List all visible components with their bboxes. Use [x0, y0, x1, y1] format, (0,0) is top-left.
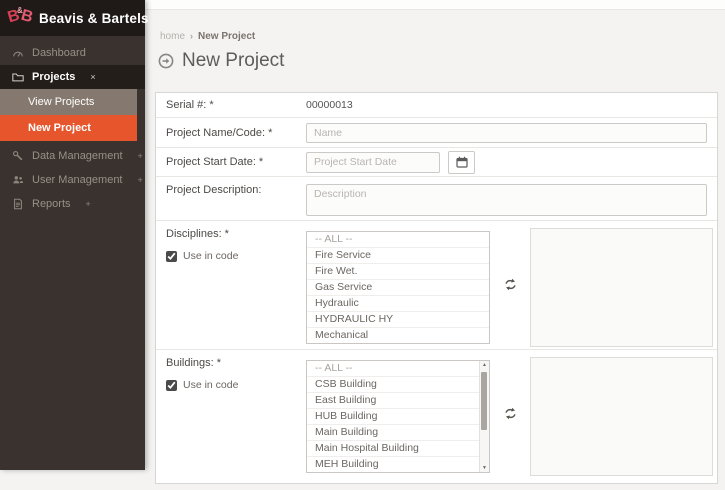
- form-row-buildings: Buildings: * Use in code -- ALL --CSB Bu…: [156, 350, 717, 490]
- form-row-start-date: Project Start Date: *: [156, 148, 717, 177]
- sidebar-item-data-management[interactable]: Data Management +: [0, 144, 145, 168]
- expand-icon: +: [138, 151, 143, 161]
- serial-label: Serial #: *: [166, 99, 306, 111]
- form-row-serial: Serial #: * 00000013: [156, 93, 717, 118]
- sidebar-item-user-management[interactable]: User Management +: [0, 168, 145, 192]
- sidebar-item-label: Reports: [32, 198, 71, 210]
- folder-icon: [12, 71, 24, 83]
- project-name-label: Project Name/Code: *: [166, 127, 306, 139]
- buildings-transfer-button[interactable]: [490, 357, 530, 470]
- new-project-form: Serial #: * 00000013 Project Name/Code: …: [155, 92, 718, 484]
- list-option[interactable]: East Building: [307, 393, 480, 409]
- disciplines-use-in-code-checkbox[interactable]: [166, 251, 177, 262]
- logo-bar[interactable]: B & B Beavis & Bartels: [0, 0, 145, 36]
- use-in-code-label: Use in code: [183, 250, 238, 262]
- arrow-circle-icon: [158, 53, 174, 69]
- sidebar-item-label: Dashboard: [32, 47, 86, 59]
- breadcrumb-home-link[interactable]: home: [160, 31, 185, 42]
- swap-arrows-icon: [503, 406, 518, 421]
- calendar-button[interactable]: [448, 151, 475, 174]
- scroll-up-icon[interactable]: ▲: [480, 361, 489, 369]
- list-option[interactable]: HYDRAULIC HY: [307, 312, 489, 328]
- list-option[interactable]: CSB Building: [307, 377, 480, 393]
- list-option[interactable]: HUB Building: [307, 409, 480, 425]
- breadcrumb-separator: ›: [190, 31, 193, 41]
- calendar-icon: [456, 156, 468, 168]
- breadcrumb-current: New Project: [198, 31, 255, 42]
- scrollbar-thumb[interactable]: [481, 372, 487, 430]
- sidebar-item-view-projects[interactable]: View Projects: [0, 89, 137, 115]
- brand-logo-icon: B & B: [7, 5, 34, 31]
- top-navbar: [145, 0, 725, 10]
- description-label: Project Description:: [166, 184, 306, 220]
- disciplines-label: Disciplines: *: [166, 228, 306, 240]
- sidebar-item-projects[interactable]: Projects ×: [0, 65, 145, 89]
- form-row-description: Project Description:: [156, 177, 717, 221]
- page-title-text: New Project: [182, 50, 284, 72]
- list-option[interactable]: -- ALL --: [307, 232, 489, 248]
- list-option[interactable]: -- ALL --: [307, 361, 480, 377]
- sidebar-item-label: User Management: [32, 174, 123, 186]
- dashboard-icon: [12, 47, 24, 59]
- list-option[interactable]: Hydraulic: [307, 296, 489, 312]
- disciplines-selected-list[interactable]: [530, 228, 713, 347]
- breadcrumb: home › New Project: [160, 31, 255, 42]
- expand-icon: +: [138, 175, 143, 185]
- scroll-down-icon[interactable]: ▼: [480, 464, 489, 472]
- disciplines-transfer-button[interactable]: [490, 228, 530, 341]
- disciplines-source-list: -- ALL --Fire ServiceFire Wet.Gas Servic…: [306, 231, 490, 344]
- form-row-name: Project Name/Code: *: [156, 118, 717, 148]
- list-option[interactable]: Main Hospital Building: [307, 441, 480, 457]
- description-textarea[interactable]: [306, 184, 707, 216]
- buildings-list-scrollbar[interactable]: ▲ ▼: [479, 361, 489, 472]
- page-title: New Project: [158, 50, 284, 72]
- list-option[interactable]: Fire Wet.: [307, 264, 489, 280]
- sidebar-item-label: Projects: [32, 71, 75, 83]
- buildings-label: Buildings: *: [166, 357, 306, 369]
- brand-name: Beavis & Bartels: [39, 11, 149, 26]
- sidebar-item-label: Data Management: [32, 150, 123, 162]
- list-option[interactable]: Main Building: [307, 425, 480, 441]
- list-option[interactable]: MEH Building: [307, 457, 480, 473]
- expand-icon: +: [86, 199, 91, 209]
- list-option[interactable]: Mechanical: [307, 328, 489, 344]
- sidebar-item-dashboard[interactable]: Dashboard: [0, 41, 145, 65]
- buildings-selected-list[interactable]: [530, 357, 713, 476]
- sidebar-item-new-project[interactable]: New Project: [0, 115, 137, 141]
- list-option[interactable]: Gas Service: [307, 280, 489, 296]
- file-icon: [12, 198, 24, 210]
- collapse-icon: ×: [90, 72, 95, 82]
- list-option[interactable]: Fire Service: [307, 248, 489, 264]
- start-date-input[interactable]: [306, 152, 440, 173]
- start-date-label: Project Start Date: *: [166, 156, 306, 168]
- use-in-code-label: Use in code: [183, 379, 238, 391]
- users-icon: [12, 174, 24, 186]
- wrench-icon: [12, 150, 24, 162]
- buildings-use-in-code-checkbox[interactable]: [166, 380, 177, 391]
- swap-arrows-icon: [503, 277, 518, 292]
- project-name-input[interactable]: [306, 123, 707, 143]
- buildings-source-list: -- ALL --CSB BuildingEast BuildingHUB Bu…: [306, 360, 490, 473]
- serial-value: 00000013: [306, 99, 353, 111]
- sidebar-item-reports[interactable]: Reports +: [0, 192, 145, 216]
- sidebar-menu: Dashboard Projects × View Projects New P…: [0, 41, 145, 216]
- form-row-disciplines: Disciplines: * Use in code -- ALL --Fire…: [156, 221, 717, 350]
- sidebar: B & B Beavis & Bartels Dashboard Project…: [0, 0, 145, 470]
